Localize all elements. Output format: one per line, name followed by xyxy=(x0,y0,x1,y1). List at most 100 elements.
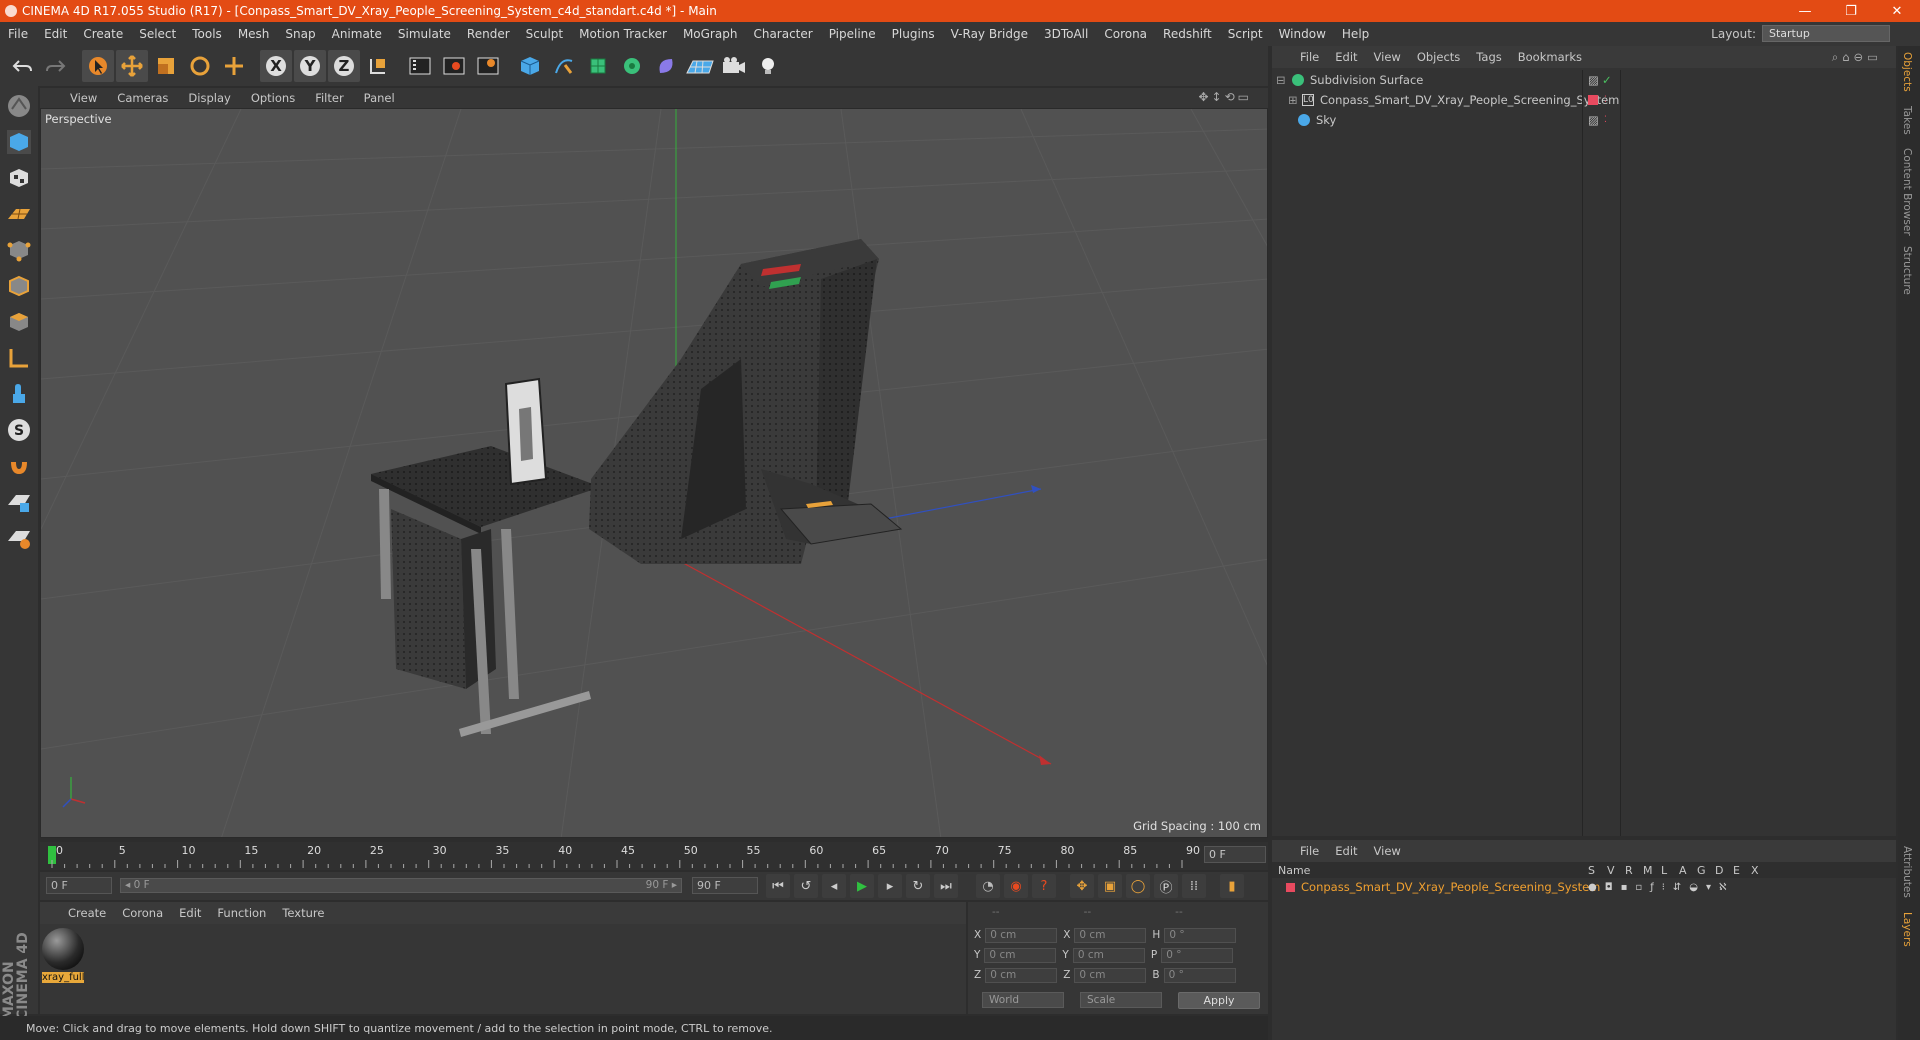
viewport-menu-cameras[interactable]: Cameras xyxy=(107,91,178,105)
move-tool-icon[interactable] xyxy=(116,50,148,82)
tab-takes[interactable]: Takes xyxy=(1901,106,1913,135)
current-frame-field[interactable]: 0 F xyxy=(1204,846,1266,863)
render-settings-icon[interactable] xyxy=(472,50,504,82)
close-button[interactable]: ✕ xyxy=(1874,0,1920,22)
next-frame-icon[interactable]: ▸ xyxy=(878,874,902,898)
menu-sculpt[interactable]: Sculpt xyxy=(518,27,571,41)
undo-icon[interactable] xyxy=(6,50,38,82)
menu-file[interactable]: File xyxy=(0,27,36,41)
layer-color-tag[interactable] xyxy=(1588,95,1598,105)
material-menu-function[interactable]: Function xyxy=(209,906,274,920)
objects-menu-bookmarks[interactable]: Bookmarks xyxy=(1510,50,1590,64)
mograph-cloner-icon[interactable] xyxy=(616,50,648,82)
polygons-mode-icon[interactable] xyxy=(3,306,35,338)
rotation-h-field[interactable]: 0 ° xyxy=(1164,927,1237,943)
material-menu-edit[interactable]: Edit xyxy=(171,906,209,920)
tab-objects[interactable]: Objects xyxy=(1901,52,1913,92)
objects-menu-tags[interactable]: Tags xyxy=(1468,50,1509,64)
layers-menu-edit[interactable]: Edit xyxy=(1327,844,1365,858)
object-row-sky[interactable]: Sky ▨ ⁚ xyxy=(1272,110,1896,130)
layers-menu-file[interactable]: File xyxy=(1292,844,1327,858)
edges-mode-icon[interactable] xyxy=(3,270,35,302)
camera-icon[interactable] xyxy=(718,50,750,82)
size-y-field[interactable]: 0 cm xyxy=(1072,947,1145,963)
y-axis-lock-icon[interactable]: Y xyxy=(294,50,326,82)
menu-character[interactable]: Character xyxy=(745,27,820,41)
key-position-icon[interactable]: ✥ xyxy=(1070,874,1094,898)
timeline-window-icon[interactable]: ▮ xyxy=(1220,874,1244,898)
planar-workplane-icon[interactable] xyxy=(3,522,35,554)
render-view-icon[interactable] xyxy=(404,50,436,82)
go-to-end-icon[interactable]: ⏭ xyxy=(934,874,958,898)
render-to-picture-viewer-icon[interactable] xyxy=(438,50,470,82)
tab-attributes[interactable]: Attributes xyxy=(1901,846,1913,898)
layer-row[interactable]: Conpass_Smart_DV_Xray_People_Screening_S… xyxy=(1272,878,1896,896)
redo-icon[interactable] xyxy=(40,50,72,82)
key-scale-icon[interactable]: ▣ xyxy=(1098,874,1122,898)
tweak-mode-icon[interactable] xyxy=(3,378,35,410)
object-manager-nav-icons[interactable]: ⌕⌂⊖▭ xyxy=(1824,50,1890,65)
previous-frame-icon[interactable]: ◂ xyxy=(822,874,846,898)
material-swatch[interactable]: xray_full xyxy=(42,928,84,984)
object-visibility-icon[interactable]: ▨ xyxy=(1588,73,1599,87)
timeline[interactable]: 0 5 10 15 20 25 30 35 40 45 50 55 60 65 70 75 80 85 90 0 F xyxy=(40,842,1268,870)
menu-plugins[interactable]: Plugins xyxy=(884,27,943,41)
live-selection-icon[interactable] xyxy=(82,50,114,82)
position-z-field[interactable]: 0 cm xyxy=(985,967,1058,983)
viewport-nav-icons[interactable]: ✥↕⟲▭ xyxy=(1188,90,1262,104)
points-mode-icon[interactable] xyxy=(3,234,35,266)
apply-button[interactable]: Apply xyxy=(1178,992,1260,1009)
menu-mograph[interactable]: MoGraph xyxy=(675,27,746,41)
tab-content-browser[interactable]: Content Browser xyxy=(1901,148,1913,236)
tab-structure[interactable]: Structure xyxy=(1901,246,1913,295)
menu-motion-tracker[interactable]: Motion Tracker xyxy=(571,27,675,41)
record-keys-icon[interactable]: ◔ xyxy=(976,874,1000,898)
viewport-menu-view[interactable]: View xyxy=(60,91,107,105)
key-rotation-icon[interactable]: ◯ xyxy=(1126,874,1150,898)
rotate-tool-icon[interactable] xyxy=(184,50,216,82)
enabled-check-icon[interactable]: ✓ xyxy=(1602,73,1612,87)
menu-animate[interactable]: Animate xyxy=(324,27,390,41)
transform-tool-icon[interactable] xyxy=(218,50,250,82)
coordinate-mode-select[interactable]: World xyxy=(982,992,1064,1008)
coordinate-system-icon[interactable] xyxy=(362,50,394,82)
play-icon[interactable]: ▶ xyxy=(850,874,874,898)
autokey-icon[interactable]: ◉ xyxy=(1004,874,1028,898)
deformer-icon[interactable] xyxy=(650,50,682,82)
previous-key-icon[interactable]: ↺ xyxy=(794,874,818,898)
menu-pipeline[interactable]: Pipeline xyxy=(821,27,884,41)
menu-window[interactable]: Window xyxy=(1271,27,1334,41)
menu-mesh[interactable]: Mesh xyxy=(230,27,278,41)
expand-icon[interactable]: ⊞ xyxy=(1288,93,1298,107)
minimize-button[interactable]: — xyxy=(1782,0,1828,22)
object-row-subdivision[interactable]: ⊟ Subdivision Surface ▨ ✓ xyxy=(1272,70,1896,90)
end-frame-field[interactable]: 90 F xyxy=(692,877,758,894)
rotation-b-field[interactable]: 0 ° xyxy=(1163,967,1236,983)
texture-mode-icon[interactable] xyxy=(3,162,35,194)
objects-menu-edit[interactable]: Edit xyxy=(1327,50,1365,64)
position-x-field[interactable]: 0 cm xyxy=(985,927,1058,943)
layout-select[interactable]: Startup xyxy=(1762,25,1890,42)
go-to-start-icon[interactable]: ⏮ xyxy=(766,874,790,898)
next-key-icon[interactable]: ↻ xyxy=(906,874,930,898)
snap-icon[interactable]: S xyxy=(3,414,35,446)
material-menu-texture[interactable]: Texture xyxy=(274,906,332,920)
key-parameter-icon[interactable]: Ⓟ xyxy=(1154,874,1178,898)
start-frame-field[interactable]: 0 F xyxy=(46,877,112,894)
visibility-dots-icon[interactable]: ⁚ xyxy=(1604,95,1607,105)
menu-create[interactable]: Create xyxy=(75,27,131,41)
layers-menu-view[interactable]: View xyxy=(1366,844,1409,858)
visibility-dots-icon[interactable]: ⁚ xyxy=(1604,115,1607,125)
size-mode-select[interactable]: Scale xyxy=(1080,992,1162,1008)
key-pla-icon[interactable]: ⁞⁞ xyxy=(1182,874,1206,898)
material-menu-create[interactable]: Create xyxy=(60,906,114,920)
object-visibility-icon[interactable]: ▨ xyxy=(1588,113,1599,127)
objects-menu-objects[interactable]: Objects xyxy=(1409,50,1468,64)
size-z-field[interactable]: 0 cm xyxy=(1074,967,1147,983)
viewport-menu-panel[interactable]: Panel xyxy=(354,91,405,105)
locked-workplane-icon[interactable] xyxy=(3,486,35,518)
restore-button[interactable]: ❐ xyxy=(1828,0,1874,22)
menu-redshift[interactable]: Redshift xyxy=(1155,27,1220,41)
menu-script[interactable]: Script xyxy=(1220,27,1271,41)
axis-mode-icon[interactable] xyxy=(3,342,35,374)
